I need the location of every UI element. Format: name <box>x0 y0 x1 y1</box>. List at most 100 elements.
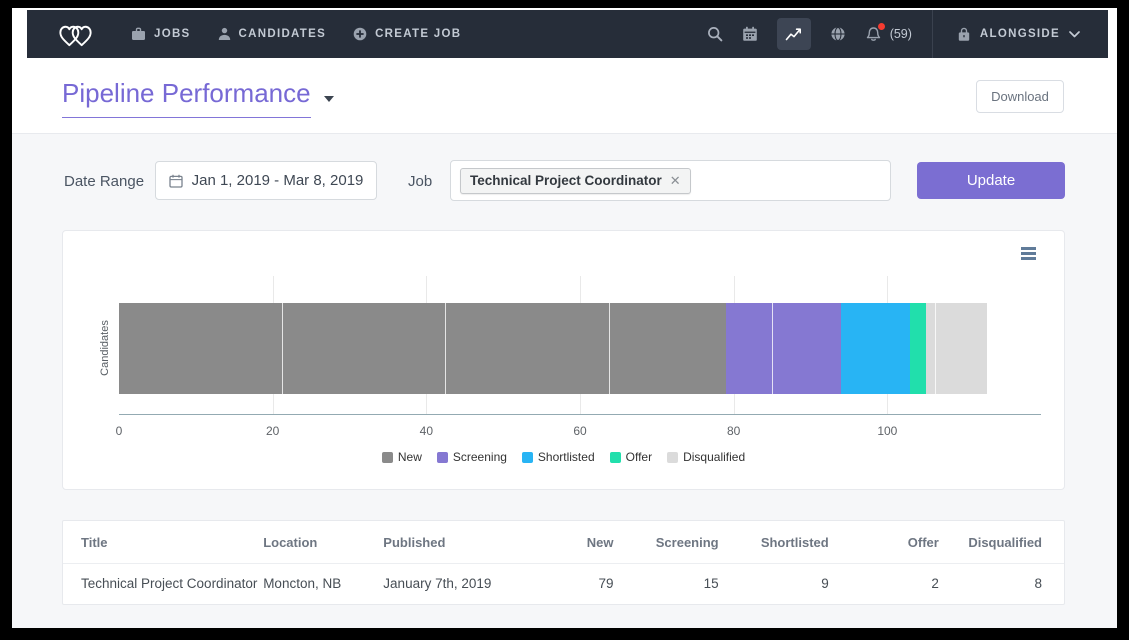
date-range-label: Date Range <box>64 173 144 190</box>
notification-badge-dot <box>878 23 885 30</box>
column-header-title: Title <box>63 521 263 564</box>
gridline-overlay <box>609 303 610 394</box>
update-button[interactable]: Update <box>917 162 1065 199</box>
column-header-location: Location <box>263 521 383 564</box>
job-label: Job <box>408 173 432 190</box>
results-table: TitleLocationPublishedNewScreeningShortl… <box>63 521 1064 604</box>
job-chip-label: Technical Project Coordinator <box>470 173 662 188</box>
column-header-offer: Offer <box>829 521 939 564</box>
top-navbar: JOBS CANDIDATES CREATE JOB <box>27 10 1108 58</box>
legend-item-disqualified[interactable]: Disqualified <box>667 450 745 464</box>
legend-label: Offer <box>626 450 652 464</box>
screenshot-frame: JOBS CANDIDATES CREATE JOB <box>0 0 1129 640</box>
nav-right-group: (59) ALONGSIDE <box>707 10 1108 58</box>
page-title: Pipeline Performance <box>62 78 311 118</box>
chip-remove-icon[interactable]: ✕ <box>670 173 681 189</box>
job-select-input[interactable]: Technical Project Coordinator ✕ <box>450 160 891 201</box>
legend-label: Shortlisted <box>538 450 595 464</box>
results-table-card: TitleLocationPublishedNewScreeningShortl… <box>62 520 1065 605</box>
briefcase-icon <box>131 27 146 41</box>
page-title-dropdown[interactable]: Pipeline Performance <box>62 78 334 118</box>
legend-swatch <box>437 452 448 463</box>
legend-label: Disqualified <box>683 450 745 464</box>
bar-segment-offer <box>910 303 925 394</box>
search-icon[interactable] <box>707 26 723 42</box>
x-axis-ticks: 0 20 40 60 80 100 <box>119 424 1041 440</box>
table-cell: 79 <box>513 564 613 605</box>
nav-item-label: JOBS <box>154 28 191 40</box>
x-tick-label: 0 <box>116 424 123 438</box>
legend-item-offer[interactable]: Offer <box>610 450 652 464</box>
nav-icon-group: (59) <box>707 18 932 50</box>
app-page: JOBS CANDIDATES CREATE JOB <box>12 8 1117 628</box>
x-tick-label: 100 <box>877 424 897 438</box>
column-header-published: Published <box>383 521 513 564</box>
chart-context-menu-icon[interactable] <box>1021 247 1036 260</box>
x-tick-label: 60 <box>573 424 586 438</box>
gridline-overlay <box>935 303 936 394</box>
legend-label: New <box>398 450 422 464</box>
column-header-screening: Screening <box>614 521 719 564</box>
table-cell: Technical Project Coordinator <box>63 564 263 605</box>
globe-icon[interactable] <box>830 26 846 42</box>
table-cell: 2 <box>829 564 939 605</box>
stacked-bar <box>119 303 1041 394</box>
title-caret-icon <box>324 96 334 102</box>
calendar-icon[interactable] <box>742 26 758 42</box>
table-cell: January 7th, 2019 <box>383 564 513 605</box>
legend-swatch <box>522 452 533 463</box>
x-tick-label: 80 <box>727 424 740 438</box>
plot-area <box>119 276 1041 415</box>
download-button[interactable]: Download <box>976 80 1064 113</box>
date-range-input[interactable]: Jan 1, 2019 - Mar 8, 2019 <box>155 161 377 200</box>
gridline-overlay <box>772 303 773 394</box>
organization-bag-icon <box>957 27 971 42</box>
table-cell: 8 <box>939 564 1064 605</box>
nav-item-jobs[interactable]: JOBS <box>131 27 191 41</box>
table-header-row: TitleLocationPublishedNewScreeningShortl… <box>63 521 1064 564</box>
nav-item-label: CREATE JOB <box>375 28 461 40</box>
legend-item-screening[interactable]: Screening <box>437 450 507 464</box>
table-cell: Moncton, NB <box>263 564 383 605</box>
notifications-bell-icon[interactable] <box>865 26 882 43</box>
account-name: ALONGSIDE <box>980 28 1060 40</box>
x-tick-label: 20 <box>266 424 279 438</box>
table-row: Technical Project CoordinatorMoncton, NB… <box>63 564 1064 605</box>
plus-circle-icon <box>353 27 367 41</box>
x-tick-label: 40 <box>420 424 433 438</box>
gridline-overlay <box>445 303 446 394</box>
person-icon <box>218 27 231 41</box>
account-menu[interactable]: ALONGSIDE <box>933 10 1108 58</box>
calendar-small-icon <box>169 174 183 188</box>
analytics-icon[interactable] <box>777 18 811 50</box>
legend-label: Screening <box>453 450 507 464</box>
chevron-down-icon <box>1069 31 1080 38</box>
legend-swatch <box>382 452 393 463</box>
nav-item-create-job[interactable]: CREATE JOB <box>353 27 461 41</box>
legend-swatch <box>610 452 621 463</box>
column-header-new: New <box>513 521 613 564</box>
legend-swatch <box>667 452 678 463</box>
notification-count[interactable]: (59) <box>890 27 912 41</box>
table-cell: 9 <box>719 564 829 605</box>
legend-item-new[interactable]: New <box>382 450 422 464</box>
alongside-logo[interactable] <box>57 20 94 49</box>
column-header-shortlisted: Shortlisted <box>719 521 829 564</box>
bar-segment-new <box>119 303 726 394</box>
legend-item-shortlisted[interactable]: Shortlisted <box>522 450 595 464</box>
table-cell: 15 <box>614 564 719 605</box>
bar-segment-screening <box>726 303 841 394</box>
job-chip: Technical Project Coordinator ✕ <box>460 168 691 194</box>
nav-item-label: CANDIDATES <box>239 28 327 40</box>
hearts-logo-icon <box>57 20 94 49</box>
gridline-overlay <box>282 303 283 394</box>
table-body: Technical Project CoordinatorMoncton, NB… <box>63 564 1064 605</box>
y-axis-label: Candidates <box>99 320 111 376</box>
column-header-disqualified: Disqualified <box>939 521 1064 564</box>
pipeline-chart-card: Candidates 0 20 40 60 80 100 New Screening Shor… <box>62 230 1065 490</box>
date-range-value: Jan 1, 2019 - Mar 8, 2019 <box>192 172 364 189</box>
nav-left-group: JOBS CANDIDATES CREATE JOB <box>27 20 461 49</box>
chart-legend: New Screening Shortlisted Offer Disqualified <box>63 450 1064 464</box>
bar-segment-shortlisted <box>841 303 910 394</box>
nav-item-candidates[interactable]: CANDIDATES <box>218 27 327 41</box>
